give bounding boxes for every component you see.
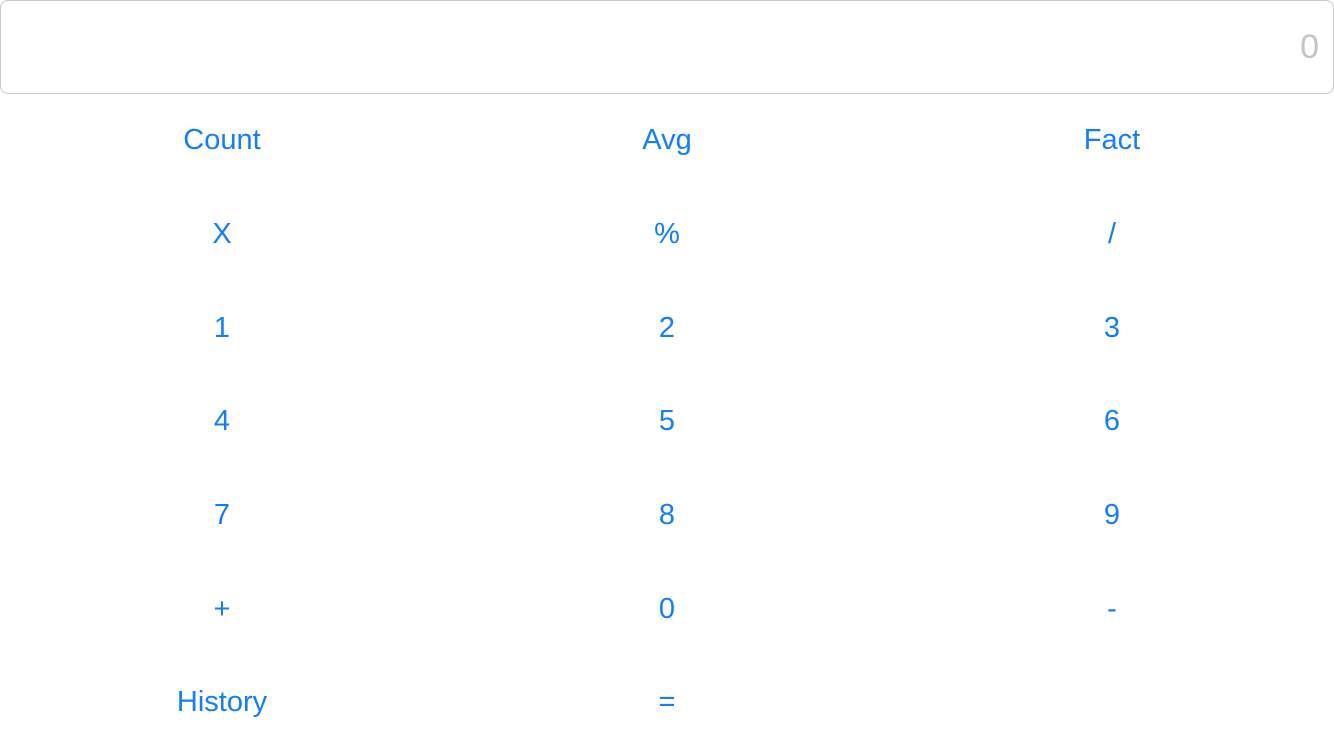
plus-button[interactable]: + [0,562,444,656]
keypad: Count Avg Fact X % / 1 2 3 4 5 6 7 8 9 +… [0,94,1334,750]
digit-4-button[interactable]: 4 [0,375,444,469]
digit-2-button[interactable]: 2 [444,281,890,375]
empty-cell [890,656,1334,750]
minus-button[interactable]: - [890,562,1334,656]
digit-5-button[interactable]: 5 [444,375,890,469]
calculator-display [0,0,1334,94]
digit-1-button[interactable]: 1 [0,281,444,375]
fact-button[interactable]: Fact [890,94,1334,188]
divide-button[interactable]: / [890,188,1334,282]
multiply-button[interactable]: X [0,188,444,282]
digit-3-button[interactable]: 3 [890,281,1334,375]
history-button[interactable]: History [0,656,444,750]
avg-button[interactable]: Avg [444,94,890,188]
count-button[interactable]: Count [0,94,444,188]
digit-0-button[interactable]: 0 [444,562,890,656]
digit-8-button[interactable]: 8 [444,469,890,563]
display-input[interactable] [1,27,1319,67]
equals-button[interactable]: = [444,656,890,750]
digit-6-button[interactable]: 6 [890,375,1334,469]
digit-7-button[interactable]: 7 [0,469,444,563]
digit-9-button[interactable]: 9 [890,469,1334,563]
percent-button[interactable]: % [444,188,890,282]
